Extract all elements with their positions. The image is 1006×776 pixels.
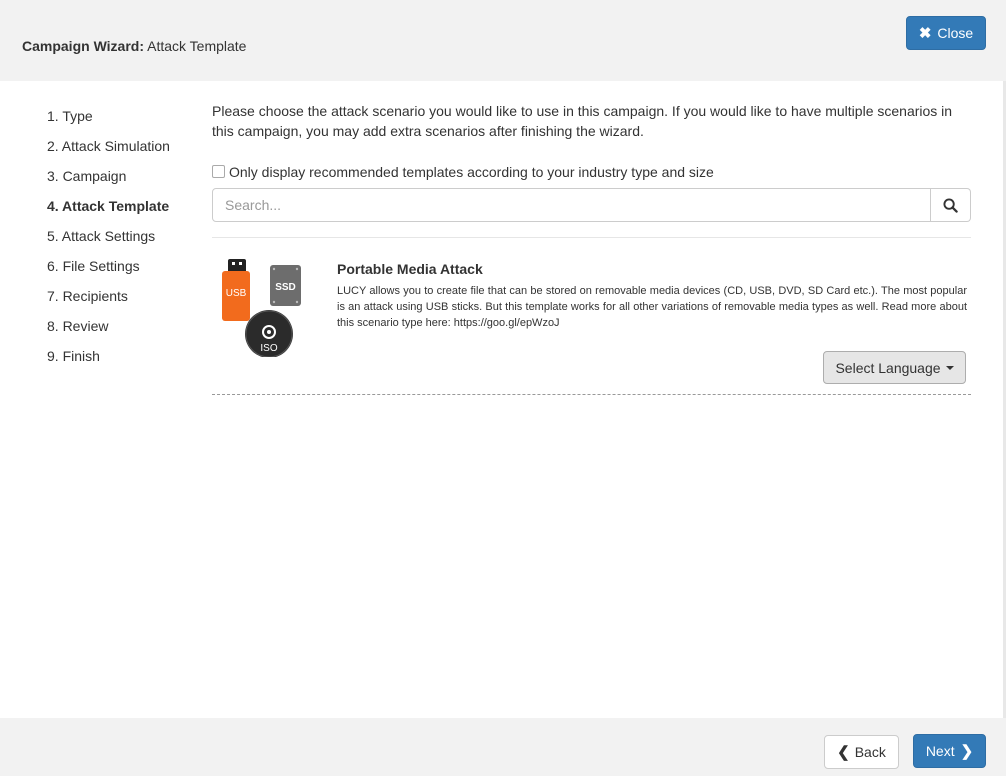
template-divider bbox=[212, 394, 971, 395]
wizard-title-bold: Campaign Wizard: bbox=[22, 38, 144, 54]
ssd-label: SSD bbox=[275, 282, 296, 293]
wizard-step-1[interactable]: 1. Type bbox=[47, 108, 170, 138]
chevron-left-icon: ❮ bbox=[837, 744, 850, 761]
next-button[interactable]: Next ❯ bbox=[913, 734, 986, 768]
wizard-step-6[interactable]: 6. File Settings bbox=[47, 258, 170, 288]
divider bbox=[212, 237, 971, 238]
close-label: Close bbox=[937, 25, 974, 41]
caret-down-icon bbox=[945, 365, 954, 370]
back-label: Back bbox=[854, 744, 886, 760]
wizard-step-9[interactable]: 9. Finish bbox=[47, 348, 170, 378]
usb-label: USB bbox=[226, 288, 247, 299]
intro-text: Please choose the attack scenario you wo… bbox=[212, 103, 953, 139]
close-icon: ✖ bbox=[918, 25, 932, 42]
search-icon bbox=[943, 197, 958, 213]
wizard-step-4[interactable]: 4. Attack Template bbox=[47, 198, 170, 228]
search-input[interactable] bbox=[212, 188, 931, 222]
wizard-steps: 1. Type 2. Attack Simulation 3. Campaign 4.… bbox=[47, 108, 170, 378]
wizard-step-7[interactable]: 7. Recipients bbox=[47, 288, 170, 318]
close-button[interactable]: ✖ Close bbox=[906, 16, 986, 50]
select-language-button[interactable]: Select Language bbox=[823, 351, 966, 384]
next-label: Next bbox=[925, 743, 955, 759]
wizard-title: Campaign Wizard: Attack Template bbox=[22, 38, 246, 54]
recommended-checkbox[interactable] bbox=[212, 164, 225, 178]
wizard-step-2[interactable]: 2. Attack Simulation bbox=[47, 138, 170, 168]
back-button[interactable]: ❮ Back bbox=[824, 735, 899, 769]
wizard-step-3[interactable]: 3. Campaign bbox=[47, 168, 170, 198]
wizard-step-5[interactable]: 5. Attack Settings bbox=[47, 228, 170, 258]
recommended-filter[interactable]: Only display recommended templates accor… bbox=[212, 164, 714, 180]
search-group bbox=[212, 188, 971, 222]
main-content: Please choose the attack scenario you wo… bbox=[212, 101, 971, 395]
chevron-right-icon: ❯ bbox=[960, 743, 974, 760]
portable-media-icon: USB SSD ISO bbox=[222, 259, 301, 357]
iso-label: ISO bbox=[260, 343, 277, 354]
template-title[interactable]: Portable Media Attack bbox=[337, 261, 483, 277]
wizard-title-step: Attack Template bbox=[147, 38, 247, 54]
template-description: LUCY allows you to create file that can … bbox=[337, 285, 967, 329]
select-language-label: Select Language bbox=[835, 359, 941, 376]
wizard-header: Campaign Wizard: Attack Template bbox=[0, 0, 1006, 81]
search-button[interactable] bbox=[931, 188, 971, 222]
wizard-step-8[interactable]: 8. Review bbox=[47, 318, 170, 348]
recommended-checkbox-label: Only display recommended templates accor… bbox=[229, 164, 714, 180]
